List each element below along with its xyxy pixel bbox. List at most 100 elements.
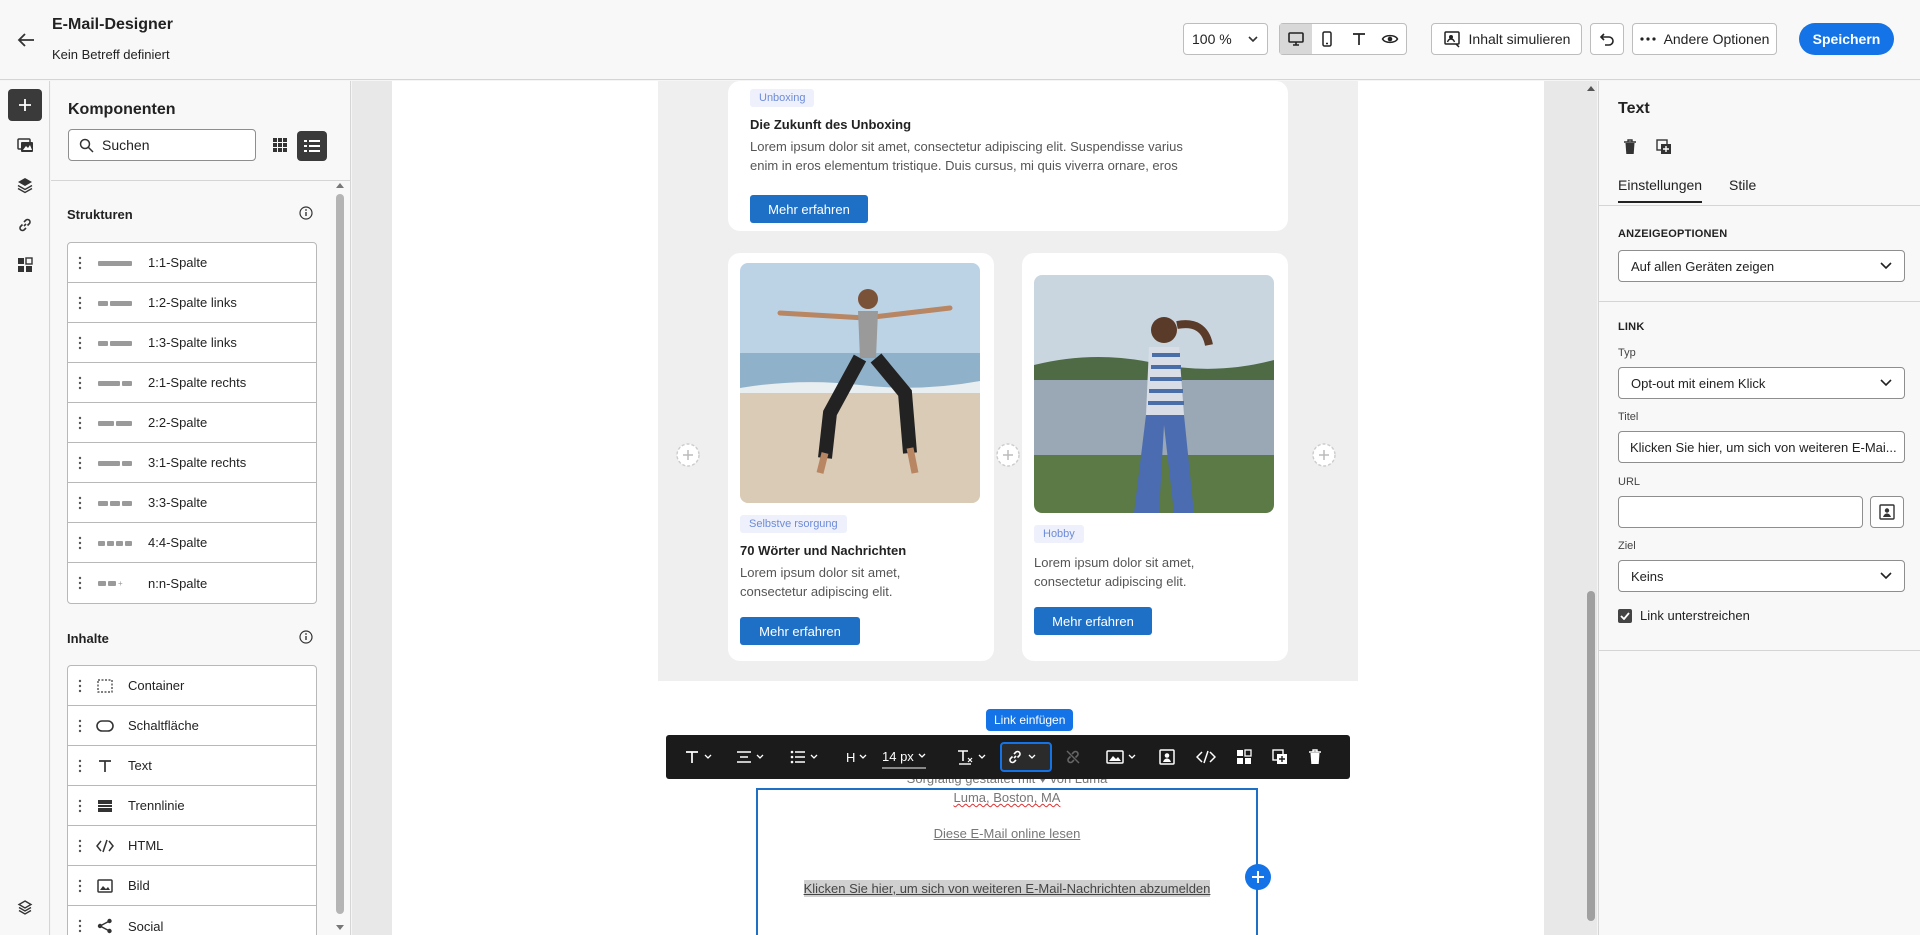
target-select[interactable]: Keins bbox=[1618, 560, 1905, 592]
align-button[interactable] bbox=[736, 745, 764, 769]
duplicate-button[interactable] bbox=[1272, 745, 1288, 769]
content-item[interactable]: Social bbox=[68, 906, 316, 935]
learn-more-button[interactable]: Mehr erfahren bbox=[1034, 607, 1152, 635]
assets-button[interactable] bbox=[8, 129, 42, 161]
add-column-icon[interactable] bbox=[676, 443, 700, 467]
layers-icon bbox=[17, 178, 33, 194]
insert-image-button[interactable] bbox=[1106, 745, 1136, 769]
chevron-down-icon bbox=[1128, 754, 1136, 759]
content-item[interactable]: Text bbox=[68, 746, 316, 786]
list-view-toggle[interactable] bbox=[297, 131, 327, 161]
add-components-button[interactable] bbox=[8, 89, 42, 121]
structure-label: 1:2-Spalte links bbox=[148, 295, 237, 310]
image-icon bbox=[96, 878, 114, 894]
fragments-button[interactable] bbox=[8, 249, 42, 281]
settings-layers-button[interactable] bbox=[8, 891, 42, 923]
structure-item[interactable]: 4:4-Spalte bbox=[68, 523, 316, 563]
desktop-view-button[interactable] bbox=[1280, 24, 1312, 54]
personalize-url-button[interactable] bbox=[1870, 496, 1904, 528]
chevron-down-icon bbox=[859, 754, 867, 759]
structure-item[interactable]: 1:1-Spalte bbox=[68, 243, 316, 283]
image-icon bbox=[1106, 750, 1124, 764]
card-body-line: consectetur adipiscing elit. bbox=[1034, 574, 1187, 589]
clear-format-button[interactable] bbox=[956, 745, 986, 769]
url-field[interactable] bbox=[1618, 496, 1863, 528]
article-card-unboxing[interactable]: Unboxing Die Zukunft des Unboxing Lorem … bbox=[728, 81, 1288, 231]
more-options-button[interactable]: Andere Optionen bbox=[1632, 23, 1777, 55]
font-size-select[interactable]: 14 px bbox=[882, 745, 926, 769]
simulate-content-button[interactable]: Inhalt simulieren bbox=[1431, 23, 1582, 55]
zoom-select[interactable]: 100 % bbox=[1183, 23, 1268, 55]
links-button[interactable] bbox=[8, 209, 42, 241]
display-options-select[interactable]: Auf allen Geräten zeigen bbox=[1618, 250, 1905, 282]
add-column-icon[interactable] bbox=[996, 443, 1020, 467]
code-icon bbox=[1196, 750, 1216, 764]
content-item[interactable]: Bild bbox=[68, 866, 316, 906]
card-body-line: enim in eros elementum tristique. Duis c… bbox=[750, 158, 1178, 173]
link-title-field[interactable]: Klicken Sie hier, um sich von weiteren E… bbox=[1618, 431, 1905, 463]
structure-item[interactable]: 2:1-Spalte rechts bbox=[68, 363, 316, 403]
info-icon[interactable] bbox=[299, 206, 313, 220]
unsubscribe-link[interactable]: Klicken Sie hier, um sich von weiteren E… bbox=[803, 880, 1211, 897]
structure-item[interactable]: + n:n-Spalte bbox=[68, 563, 316, 603]
content-label: Container bbox=[128, 678, 185, 693]
layers-button[interactable] bbox=[8, 169, 42, 201]
back-arrow-icon[interactable] bbox=[14, 28, 38, 52]
share-icon bbox=[96, 918, 114, 934]
undo-button[interactable] bbox=[1590, 23, 1624, 55]
add-column-icon[interactable] bbox=[1312, 443, 1336, 467]
insert-link-button[interactable] bbox=[1000, 742, 1052, 772]
content-item[interactable]: Container bbox=[68, 666, 316, 706]
duplicate-icon bbox=[1656, 139, 1671, 154]
card-body-line: Lorem ipsum dolor sit amet, bbox=[740, 565, 901, 580]
code-button[interactable] bbox=[1196, 745, 1216, 769]
personalize-button[interactable] bbox=[1158, 745, 1176, 769]
delete-button[interactable] bbox=[1308, 745, 1322, 769]
simulate-label: Inhalt simulieren bbox=[1468, 31, 1571, 47]
text-view-button[interactable] bbox=[1343, 24, 1375, 54]
article-card-selfcare[interactable]: Selbstve rsorgung 70 Wörter und Nachrich… bbox=[728, 253, 994, 661]
underline-link-checkbox[interactable] bbox=[1618, 609, 1632, 623]
list-button[interactable] bbox=[790, 745, 818, 769]
search-input[interactable]: Suchen bbox=[68, 129, 256, 161]
plus-icon bbox=[19, 99, 31, 111]
structure-item[interactable]: 1:3-Spalte links bbox=[68, 323, 316, 363]
target-label: Ziel bbox=[1618, 540, 1636, 552]
learn-more-button[interactable]: Mehr erfahren bbox=[750, 195, 868, 223]
article-card-hobby[interactable]: Hobby Lorem ipsum dolor sit amet, consec… bbox=[1022, 253, 1288, 661]
structure-item[interactable]: 2:2-Spalte bbox=[68, 403, 316, 443]
drag-handle-icon bbox=[78, 679, 82, 693]
scrollbar-thumb[interactable] bbox=[1587, 591, 1595, 921]
card-body-line: Lorem ipsum dolor sit amet, bbox=[1034, 555, 1195, 570]
components-panel: Komponenten Suchen Strukturen 1:1-Spalte… bbox=[51, 81, 351, 935]
add-block-handle[interactable] bbox=[1245, 864, 1271, 890]
tab-styles[interactable]: Stile bbox=[1729, 177, 1756, 193]
preview-button[interactable] bbox=[1375, 24, 1407, 54]
fragment-button[interactable] bbox=[1236, 745, 1252, 769]
grid-view-toggle[interactable] bbox=[267, 132, 293, 158]
text-style-button[interactable] bbox=[684, 745, 712, 769]
link-type-select[interactable]: Opt-out mit einem Klick bbox=[1618, 367, 1905, 399]
selected-text-block[interactable]: Klicken Sie hier, um sich von weiteren E… bbox=[756, 788, 1258, 935]
structure-item[interactable]: 3:1-Spalte rechts bbox=[68, 443, 316, 483]
heading-button[interactable]: H bbox=[846, 745, 867, 769]
chevron-down-icon bbox=[1880, 572, 1892, 580]
content-item[interactable]: Schaltfläche bbox=[68, 706, 316, 746]
mobile-view-button[interactable] bbox=[1312, 24, 1344, 54]
remove-link-button[interactable] bbox=[1064, 745, 1082, 769]
canvas-scrollbar[interactable] bbox=[1585, 81, 1597, 935]
scrollbar-thumb[interactable] bbox=[336, 194, 344, 914]
column-layout-icon bbox=[98, 501, 132, 506]
save-button[interactable]: Speichern bbox=[1799, 23, 1894, 55]
structure-item[interactable]: 1:2-Spalte links bbox=[68, 283, 316, 323]
tab-settings[interactable]: Einstellungen bbox=[1618, 177, 1703, 203]
learn-more-button[interactable]: Mehr erfahren bbox=[740, 617, 860, 645]
components-scrollbar[interactable] bbox=[333, 180, 347, 935]
delete-component-button[interactable] bbox=[1618, 135, 1642, 159]
info-icon[interactable] bbox=[299, 630, 313, 644]
content-item[interactable]: Trennlinie bbox=[68, 786, 316, 826]
content-item[interactable]: HTML bbox=[68, 826, 316, 866]
duplicate-component-button[interactable] bbox=[1652, 135, 1676, 159]
structure-item[interactable]: 3:3-Spalte bbox=[68, 483, 316, 523]
chevron-down-icon bbox=[1248, 36, 1258, 43]
